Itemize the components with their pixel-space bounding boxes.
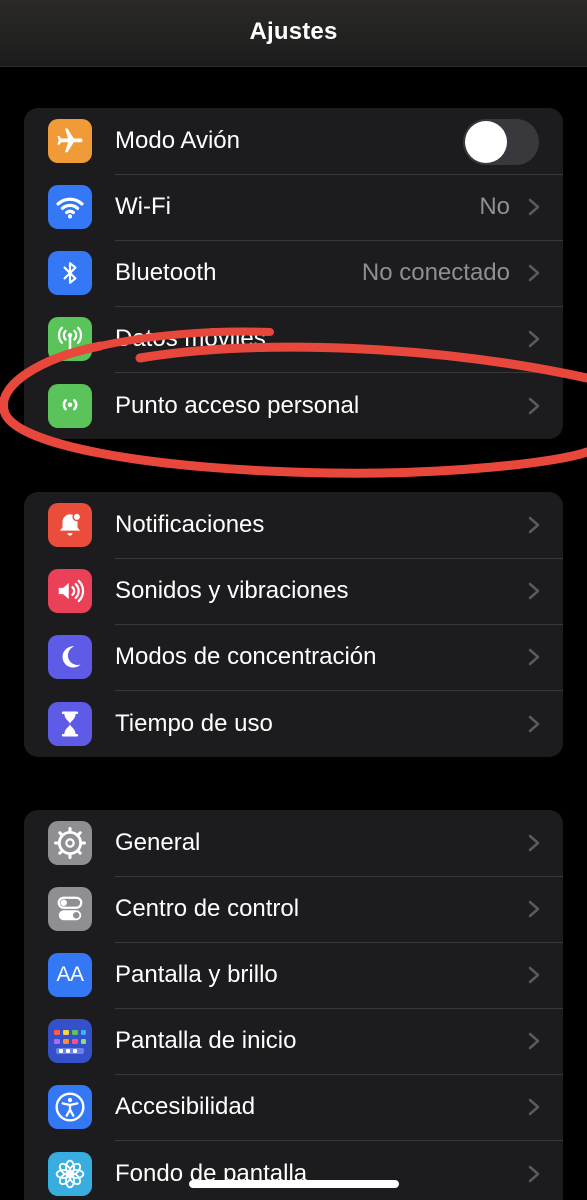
text-size-icon-glyph: AA [56,963,84,986]
chevron-right-icon [528,966,540,984]
hourglass-icon [48,702,92,746]
settings-row-label: Punto acceso personal [115,392,360,419]
settings-row-home-screen[interactable]: Pantalla de inicio [24,1008,563,1074]
chevron-right-icon [528,198,540,216]
settings-row-label: Tiempo de uso [115,710,273,737]
chevron-right-icon [528,900,540,918]
settings-row-label: Sonidos y vibraciones [115,577,349,604]
settings-row-wallpaper[interactable]: Fondo de pantalla [24,1141,563,1200]
wifi-status-value: No [479,193,510,220]
chevron-right-icon [528,715,540,733]
airplane-mode-toggle[interactable] [463,119,539,165]
chevron-right-icon [528,1098,540,1116]
accessibility-icon [48,1085,92,1129]
hotspot-icon [48,384,92,428]
antenna-icon [48,317,92,361]
gear-icon [48,821,92,865]
general-group: General Centro de control AA Pantalla y … [24,810,563,1200]
settings-row-label: Accesibilidad [115,1093,256,1120]
chevron-right-icon [528,397,540,415]
bluetooth-icon [48,251,92,295]
settings-row-label: Pantalla de inicio [115,1027,297,1054]
settings-row-label: Modo Avión [115,127,240,154]
navigation-bar: Ajustes [0,0,587,67]
settings-screen: Ajustes Modo Avión Wi-Fi No Bluetooth No… [0,0,587,1200]
connectivity-group: Modo Avión Wi-Fi No Bluetooth No conecta… [24,108,563,439]
settings-row-bluetooth[interactable]: Bluetooth No conectado [24,240,563,306]
settings-row-notifications[interactable]: Notificaciones [24,492,563,558]
settings-row-label: Wi-Fi [115,193,171,220]
wifi-icon [48,185,92,229]
settings-row-wifi[interactable]: Wi-Fi No [24,174,563,240]
settings-row-label: Centro de control [115,895,300,922]
moon-icon [48,635,92,679]
settings-row-label: Bluetooth [115,259,217,286]
settings-row-accessibility[interactable]: Accesibilidad [24,1074,563,1140]
settings-row-control-center[interactable]: Centro de control [24,876,563,942]
app-grid-icon [48,1019,92,1063]
settings-row-label: Pantalla y brillo [115,961,278,988]
settings-row-label: Datos móviles [115,325,266,352]
chevron-right-icon [528,648,540,666]
settings-row-personal-hotspot[interactable]: Punto acceso personal [24,373,563,439]
settings-row-general[interactable]: General [24,810,563,876]
chevron-right-icon [528,516,540,534]
chevron-right-icon [528,264,540,282]
settings-row-label: General [115,829,201,856]
flower-icon [48,1152,92,1196]
home-indicator[interactable] [189,1180,399,1188]
chevron-right-icon [528,1032,540,1050]
switches-icon [48,887,92,931]
settings-row-display-brightness[interactable]: AA Pantalla y brillo [24,942,563,1008]
speaker-icon [48,569,92,613]
settings-row-screen-time[interactable]: Tiempo de uso [24,691,563,757]
settings-row-sounds[interactable]: Sonidos y vibraciones [24,558,563,624]
settings-row-airplane-mode[interactable]: Modo Avión [24,108,563,174]
text-size-icon: AA [48,953,92,997]
chevron-right-icon [528,834,540,852]
settings-row-mobile-data[interactable]: Datos móviles [24,306,563,372]
bluetooth-status-value: No conectado [361,259,510,286]
page-title: Ajustes [249,18,338,45]
settings-row-label: Notificaciones [115,511,265,538]
settings-row-label: Modos de concentración [115,643,377,670]
bell-icon [48,503,92,547]
chevron-right-icon [528,1165,540,1183]
toggle-knob [465,121,507,163]
notifications-group: Notificaciones Sonidos y vibraciones Mod… [24,492,563,757]
chevron-right-icon [528,330,540,348]
chevron-right-icon [528,582,540,600]
settings-row-focus[interactable]: Modos de concentración [24,624,563,690]
airplane-icon [48,119,92,163]
